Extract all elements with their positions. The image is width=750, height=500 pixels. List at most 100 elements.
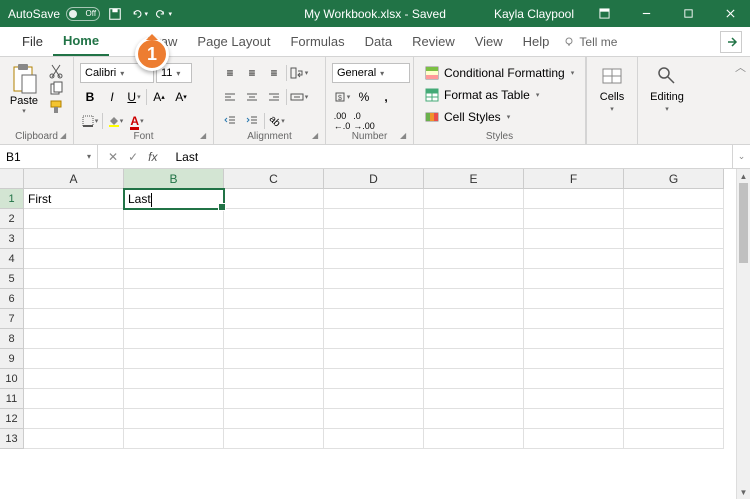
font-dialog-launcher[interactable]: ◢ [200, 131, 210, 141]
cell-F9[interactable] [524, 349, 624, 369]
row-header-8[interactable]: 8 [0, 329, 24, 349]
cell-B11[interactable] [124, 389, 224, 409]
cell-B12[interactable] [124, 409, 224, 429]
cell-E6[interactable] [424, 289, 524, 309]
cell-G11[interactable] [624, 389, 724, 409]
wrap-text-icon[interactable] [289, 63, 309, 83]
cell-E12[interactable] [424, 409, 524, 429]
conditional-formatting-button[interactable]: Conditional Formatting▾ [424, 63, 575, 83]
editing-button[interactable]: Editing ▾ [650, 63, 684, 113]
cell-D5[interactable] [324, 269, 424, 289]
cell-D11[interactable] [324, 389, 424, 409]
borders-button[interactable] [80, 111, 100, 131]
accounting-format-icon[interactable]: $ [332, 87, 352, 107]
cell-F8[interactable] [524, 329, 624, 349]
cell-B7[interactable] [124, 309, 224, 329]
cell-D1[interactable] [324, 189, 424, 209]
scroll-up-icon[interactable]: ▲ [737, 169, 750, 183]
format-as-table-button[interactable]: Format as Table▾ [424, 85, 575, 105]
cell-C2[interactable] [224, 209, 324, 229]
increase-font-icon[interactable]: A▴ [149, 87, 169, 107]
cell-C1[interactable] [224, 189, 324, 209]
cell-B13[interactable] [124, 429, 224, 449]
bold-button[interactable]: B [80, 87, 100, 107]
underline-button[interactable]: U [124, 87, 144, 107]
cell-G10[interactable] [624, 369, 724, 389]
cell-D10[interactable] [324, 369, 424, 389]
cell-G8[interactable] [624, 329, 724, 349]
cell-A12[interactable] [24, 409, 124, 429]
cell-B4[interactable] [124, 249, 224, 269]
cell-E4[interactable] [424, 249, 524, 269]
cell-A13[interactable] [24, 429, 124, 449]
cell-D13[interactable] [324, 429, 424, 449]
copy-icon[interactable] [48, 81, 64, 97]
undo-icon[interactable]: ▾ [130, 5, 148, 23]
cell-E13[interactable] [424, 429, 524, 449]
cell-B10[interactable] [124, 369, 224, 389]
cell-C7[interactable] [224, 309, 324, 329]
align-left-icon[interactable] [220, 87, 240, 107]
cell-A2[interactable] [24, 209, 124, 229]
cell-E7[interactable] [424, 309, 524, 329]
cell-B2[interactable] [124, 209, 224, 229]
cell-G6[interactable] [624, 289, 724, 309]
cell-A5[interactable] [24, 269, 124, 289]
cell-D4[interactable] [324, 249, 424, 269]
redo-icon[interactable]: ▾ [154, 5, 172, 23]
enter-formula-icon[interactable]: ✓ [128, 150, 138, 164]
scrollbar-thumb[interactable] [739, 183, 748, 263]
cell-E11[interactable] [424, 389, 524, 409]
cell-C13[interactable] [224, 429, 324, 449]
cell-C11[interactable] [224, 389, 324, 409]
align-center-icon[interactable] [242, 87, 262, 107]
cell-F13[interactable] [524, 429, 624, 449]
tab-help[interactable]: Help [513, 27, 560, 56]
cells-button[interactable]: Cells ▾ [599, 63, 625, 113]
cut-icon[interactable] [48, 63, 64, 79]
cell-G9[interactable] [624, 349, 724, 369]
cell-G4[interactable] [624, 249, 724, 269]
maximize-icon[interactable] [668, 0, 708, 27]
tab-insert[interactable]: Insertert [109, 27, 137, 56]
tab-file[interactable]: File [12, 27, 53, 56]
user-name[interactable]: Kayla Claypool [494, 7, 574, 21]
fill-color-button[interactable] [105, 111, 125, 131]
cell-F12[interactable] [524, 409, 624, 429]
row-header-12[interactable]: 12 [0, 409, 24, 429]
tab-view[interactable]: View [465, 27, 513, 56]
cell-F7[interactable] [524, 309, 624, 329]
column-header-C[interactable]: C [224, 169, 324, 189]
cell-A7[interactable] [24, 309, 124, 329]
cell-A9[interactable] [24, 349, 124, 369]
select-all-corner[interactable] [0, 169, 24, 189]
share-button[interactable] [720, 31, 742, 53]
vertical-scrollbar[interactable]: ▲ ▼ [736, 169, 750, 499]
cell-D6[interactable] [324, 289, 424, 309]
cell-D8[interactable] [324, 329, 424, 349]
cell-F11[interactable] [524, 389, 624, 409]
tell-me[interactable]: Tell me [563, 35, 617, 49]
cell-E5[interactable] [424, 269, 524, 289]
tab-home[interactable]: Home [53, 27, 109, 56]
cell-C6[interactable] [224, 289, 324, 309]
alignment-dialog-launcher[interactable]: ◢ [312, 131, 322, 141]
ribbon-options-icon[interactable] [584, 0, 624, 27]
row-header-7[interactable]: 7 [0, 309, 24, 329]
scroll-down-icon[interactable]: ▼ [737, 485, 750, 499]
cell-D2[interactable] [324, 209, 424, 229]
minimize-icon[interactable] [626, 0, 666, 27]
cell-C4[interactable] [224, 249, 324, 269]
comma-icon[interactable]: , [376, 87, 396, 107]
decrease-indent-icon[interactable] [220, 111, 240, 131]
column-header-G[interactable]: G [624, 169, 724, 189]
column-header-D[interactable]: D [324, 169, 424, 189]
row-header-9[interactable]: 9 [0, 349, 24, 369]
cell-F6[interactable] [524, 289, 624, 309]
collapse-ribbon-icon[interactable]: ︿ [735, 59, 746, 75]
font-color-button[interactable]: A [127, 111, 147, 131]
row-header-5[interactable]: 5 [0, 269, 24, 289]
cell-D3[interactable] [324, 229, 424, 249]
close-icon[interactable] [710, 0, 750, 27]
tab-formulas[interactable]: Formulas [280, 27, 354, 56]
